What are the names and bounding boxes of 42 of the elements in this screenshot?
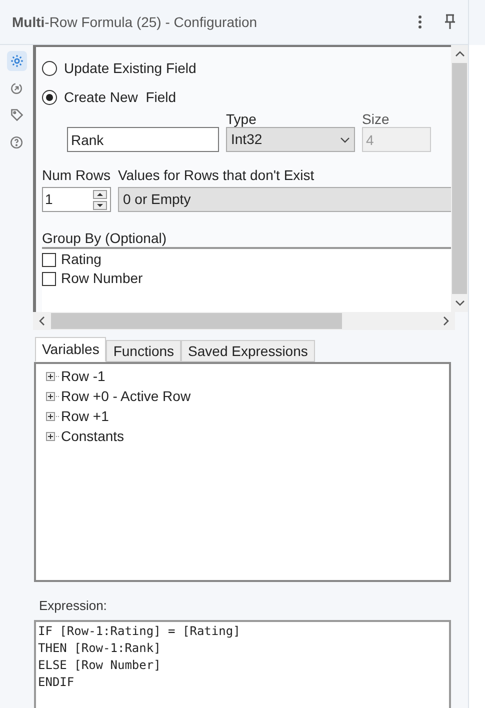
group-by-label: Group By (Optional) [42,229,168,247]
size-label: Size [362,111,390,127]
sidebar-tab[interactable] [6,51,26,71]
more-icon[interactable] [418,15,422,29]
code-line: ELSE [Row Number] [38,656,162,674]
tree-item[interactable]: Row -1 [46,366,449,386]
expression-label: Expression: [39,597,108,615]
missing-rows-dropdown[interactable]: 0 or Empty [118,187,451,212]
group-by-option[interactable]: Rating [42,250,451,269]
expand-icon[interactable] [46,392,60,400]
type-label: Type [226,111,258,127]
tree-item[interactable]: Row +0 - Active Row [46,386,449,406]
type-dropdown[interactable]: Int32 [226,127,355,152]
radio-option[interactable]: Create New Field [42,83,451,112]
tab[interactable]: Variables [35,337,106,362]
field-name-input[interactable]: Rank [67,127,219,152]
radio-option[interactable]: Update Existing Field [42,54,451,83]
tag-icon [10,108,24,122]
expression-editor[interactable]: IF [Row-1:Rating] = [Rating] THEN [Row-1:Rank] ELSE [Row Number] ENDIF [34,620,451,708]
code-line: ENDIF [38,674,76,690]
tab[interactable]: Saved Expressions [181,340,315,362]
code-line: THEN [Row-1:Rank] [38,640,162,656]
num-rows-label: Num Rows [42,166,111,184]
panel-title: Multi-Row Formula (25) - Configuration [12,12,258,32]
help-icon [10,136,23,148]
settings-icon [10,54,24,68]
expand-icon[interactable] [46,432,60,440]
spin-down-icon[interactable] [93,200,107,210]
chevron-icon [340,136,350,142]
pin-icon[interactable] [444,14,456,30]
horizontal-scrollbar[interactable] [33,312,455,330]
vertical-scrollbar[interactable] [451,45,468,312]
tree-item[interactable]: Row +1 [46,406,449,426]
tab[interactable]: Functions [106,340,182,362]
expand-icon[interactable] [46,412,60,420]
tree-item[interactable]: Constants [46,426,449,446]
missing-rows-label: Values for Rows that don't Exist [118,166,316,184]
expand-icon[interactable] [46,372,60,380]
group-by-option[interactable]: Row Number [42,269,451,288]
num-rows-spinner[interactable]: 1 [42,187,111,212]
code-line: IF [Row-1:Rating] = [Rating] [38,622,242,640]
spin-up-icon[interactable] [93,190,107,198]
